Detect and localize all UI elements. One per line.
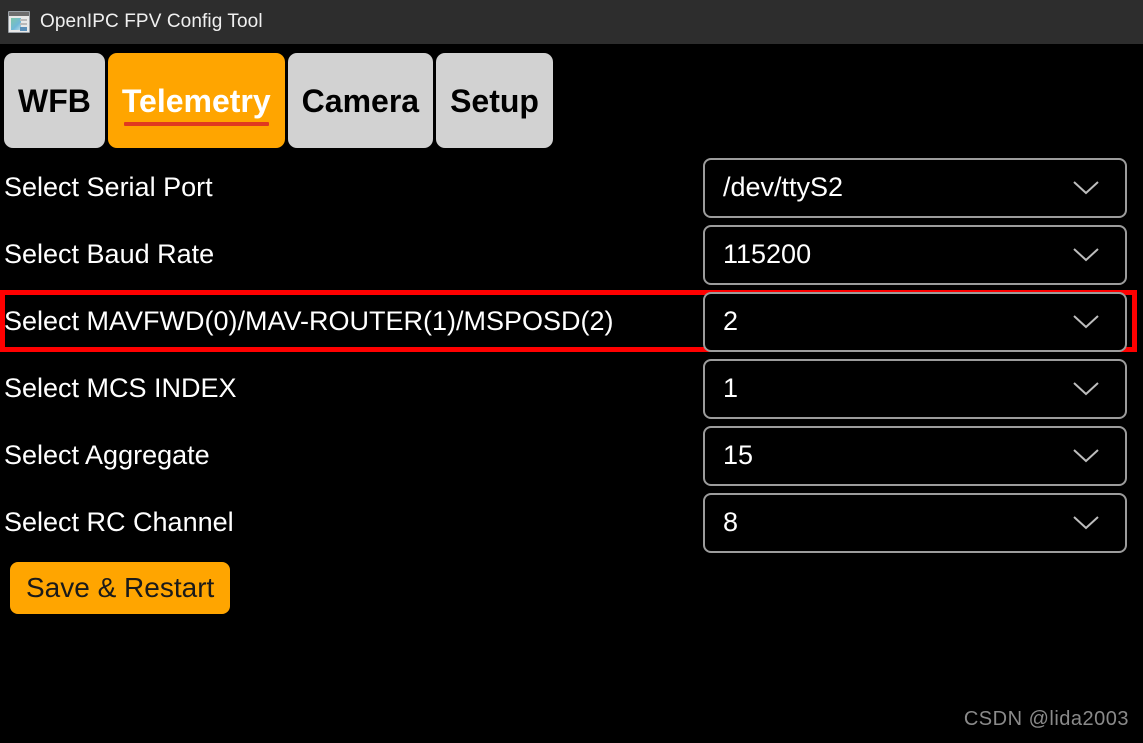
select-aggregate[interactable]: 15: [703, 425, 1127, 486]
window-title: OpenIPC FPV Config Tool: [40, 11, 263, 32]
select-serial-port-value: /dev/ttyS2: [723, 172, 844, 202]
select-baud-rate[interactable]: 115200: [703, 224, 1127, 285]
row-mcs-index: Select MCS INDEX 1: [0, 355, 1143, 422]
chevron-down-icon: [1073, 314, 1099, 329]
app-window-icon: [8, 11, 30, 33]
select-aggregate-value: 15: [723, 440, 754, 470]
watermark-text: CSDN @lida2003: [963, 708, 1129, 730]
chevron-down-icon: [1073, 247, 1099, 262]
select-serial-port[interactable]: /dev/ttyS2: [703, 157, 1127, 218]
select-telemetry-mode-value: 2: [723, 306, 739, 336]
tab-setup[interactable]: Setup: [436, 53, 553, 148]
select-telemetry-mode[interactable]: 2: [703, 291, 1127, 352]
tab-camera[interactable]: Camera: [287, 53, 434, 148]
tab-wfb-label: WFB: [18, 82, 91, 119]
chevron-down-icon: [1073, 381, 1099, 396]
chevron-down-icon: [1073, 448, 1099, 463]
app-icon-line-1: [20, 19, 27, 21]
select-mcs-index-value: 1: [723, 373, 739, 403]
tab-camera-label: Camera: [301, 82, 420, 119]
select-mcs-index[interactable]: 1: [703, 358, 1127, 419]
window-titlebar: OpenIPC FPV Config Tool: [0, 0, 1143, 44]
select-rc-channel-value: 8: [723, 507, 739, 537]
tab-bar: WFB Telemetry Camera Setup: [0, 44, 1143, 148]
chevron-down-icon: [1073, 180, 1099, 195]
action-bar: Save & Restart: [0, 562, 1143, 614]
row-serial-port: Select Serial Port /dev/ttyS2: [0, 154, 1143, 221]
tab-telemetry[interactable]: Telemetry: [107, 53, 285, 148]
select-rc-channel[interactable]: 8: [703, 492, 1127, 553]
tab-telemetry-label: Telemetry: [121, 82, 271, 119]
telemetry-settings-form: Select Serial Port /dev/ttyS2 Select Bau…: [0, 154, 1143, 556]
select-baud-rate-value: 115200: [723, 239, 812, 269]
row-baud-rate: Select Baud Rate 115200: [0, 221, 1143, 288]
active-tab-underline: [123, 122, 269, 126]
row-telemetry-mode: Select MAVFWD(0)/MAV-ROUTER(1)/MSPOSD(2)…: [0, 288, 1143, 355]
label-baud-rate: Select Baud Rate: [4, 239, 215, 269]
app-icon-line-2: [20, 23, 27, 25]
chevron-down-icon: [1073, 515, 1099, 530]
app-icon-line-3: [20, 27, 27, 31]
row-rc-channel: Select RC Channel 8: [0, 489, 1143, 556]
app-icon-titlebar-stripe: [9, 12, 29, 16]
label-aggregate: Select Aggregate: [4, 440, 210, 470]
label-serial-port: Select Serial Port: [4, 172, 213, 202]
label-rc-channel: Select RC Channel: [4, 507, 234, 537]
save-and-restart-button[interactable]: Save & Restart: [10, 562, 231, 614]
tab-wfb[interactable]: WFB: [4, 53, 105, 148]
row-aggregate: Select Aggregate 15: [0, 422, 1143, 489]
label-telemetry-mode: Select MAVFWD(0)/MAV-ROUTER(1)/MSPOSD(2): [4, 306, 614, 336]
tab-setup-label: Setup: [450, 82, 539, 119]
label-mcs-index: Select MCS INDEX: [4, 373, 237, 403]
